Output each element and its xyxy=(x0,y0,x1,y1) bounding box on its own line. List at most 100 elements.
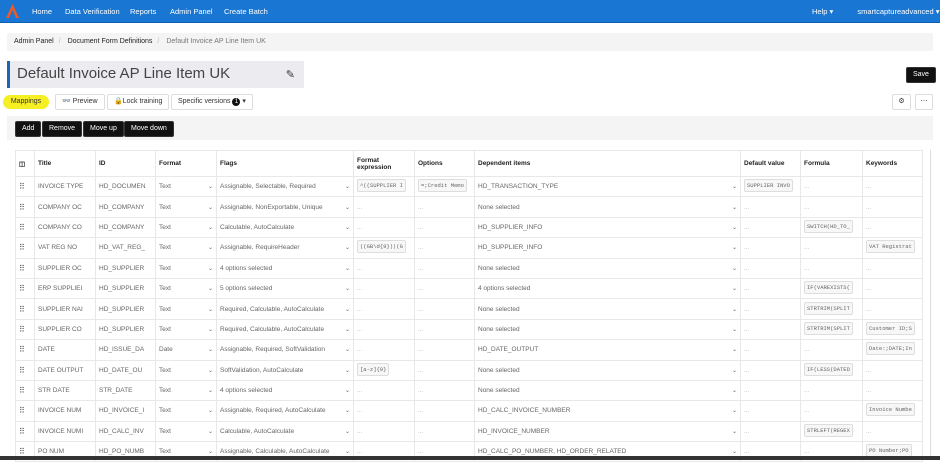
dependent-items-select[interactable]: None selected ⌄ xyxy=(478,387,737,394)
id-field[interactable]: HD_SUPPLIER xyxy=(99,326,144,333)
columns-toggle[interactable]: ◫ xyxy=(15,150,35,177)
format-expression-empty[interactable]: ... xyxy=(357,428,362,435)
title-field[interactable]: PO NUM xyxy=(38,448,64,455)
default-value-empty[interactable]: ... xyxy=(744,265,749,272)
keywords[interactable]: Date:;DATE;In xyxy=(866,342,915,356)
keywords-empty[interactable]: ... xyxy=(866,204,871,211)
options-empty[interactable]: ... xyxy=(418,387,423,394)
title-field[interactable]: COMPANY OC xyxy=(38,204,82,211)
format-expression-empty[interactable]: ... xyxy=(357,346,362,353)
dependent-items-select[interactable]: HD_CALC_INVOICE_NUMBER ⌄ xyxy=(478,407,737,414)
specific-versions-dropdown[interactable]: Specific versions 1 ▾ xyxy=(171,94,253,110)
move-down-button[interactable]: Move down xyxy=(124,121,174,137)
formula-empty[interactable]: ... xyxy=(804,265,809,272)
format-select[interactable]: Text ⌄ xyxy=(159,326,213,333)
drag-handle-icon[interactable]: ⠿ xyxy=(19,182,25,191)
flags-select[interactable]: Assignable, Required, AutoCalculate ⌄ xyxy=(220,407,350,414)
format-expression-empty[interactable]: ... xyxy=(357,448,362,455)
format-select[interactable]: Text ⌄ xyxy=(159,448,213,455)
dependent-items-select[interactable]: HD_TRANSACTION_TYPE ⌄ xyxy=(478,183,737,190)
title-field[interactable]: INVOICE NUM xyxy=(38,407,81,414)
formula-empty[interactable]: ... xyxy=(804,407,809,414)
dependent-items-select[interactable]: HD_DATE_OUTPUT ⌄ xyxy=(478,346,737,353)
app-logo[interactable] xyxy=(6,4,19,18)
title-field[interactable]: COMPANY CO xyxy=(38,224,82,231)
title-field[interactable]: INVOICE TYPE xyxy=(38,183,83,190)
save-button[interactable]: Save xyxy=(906,67,936,83)
options[interactable]: =;Credit Memo xyxy=(418,179,467,193)
title-field[interactable]: DATE OUTPUT xyxy=(38,367,83,374)
keywords-empty[interactable]: ... xyxy=(866,387,871,394)
format-select[interactable]: Text ⌄ xyxy=(159,244,213,251)
id-field[interactable]: HD_ISSUE_DA xyxy=(99,346,144,353)
format-expression-empty[interactable]: ... xyxy=(357,265,362,272)
dependent-items-select[interactable]: None selected ⌄ xyxy=(478,204,737,211)
id-field[interactable]: HD_DOCUMEN xyxy=(99,183,146,190)
flags-select[interactable]: Assignable, Required, SoftValidation ⌄ xyxy=(220,346,350,353)
options-empty[interactable]: ... xyxy=(418,204,423,211)
default-value-empty[interactable]: ... xyxy=(744,387,749,394)
keywords-empty[interactable]: ... xyxy=(866,285,871,292)
options-empty[interactable]: ... xyxy=(418,244,423,251)
id-field[interactable]: HD_VAT_REG_ xyxy=(99,244,145,251)
default-value-empty[interactable]: ... xyxy=(744,285,749,292)
dependent-items-select[interactable]: None selected ⌄ xyxy=(478,326,737,333)
flags-select[interactable]: 5 options selected ⌄ xyxy=(220,285,350,292)
format-expression-empty[interactable]: ... xyxy=(357,387,362,394)
formula[interactable]: SWITCH(HD_TO_ xyxy=(804,219,853,233)
dependent-items-select[interactable]: HD_INVOICE_NUMBER ⌄ xyxy=(478,428,737,435)
nav-admin-panel[interactable]: Admin Panel xyxy=(170,7,213,16)
keywords[interactable]: Invoice Numbe xyxy=(866,403,915,417)
formula-empty[interactable]: ... xyxy=(804,183,809,190)
drag-handle-icon[interactable]: ⠿ xyxy=(19,447,25,456)
flags-select[interactable]: Assignable, Calculable, AutoCalculate ⌄ xyxy=(220,448,350,455)
default-value-empty[interactable]: ... xyxy=(744,367,749,374)
format-select[interactable]: Text ⌄ xyxy=(159,407,213,414)
id-field[interactable]: HD_COMPANY xyxy=(99,224,144,231)
scrollbar[interactable] xyxy=(930,150,931,456)
format-select[interactable]: Text ⌄ xyxy=(159,204,213,211)
drag-handle-icon[interactable]: ⠿ xyxy=(19,243,25,252)
drag-handle-icon[interactable]: ⠿ xyxy=(19,427,25,436)
lock-training-button[interactable]: 🔒Lock training xyxy=(107,94,170,110)
drag-handle-icon[interactable]: ⠿ xyxy=(19,386,25,395)
drag-handle-icon[interactable]: ⠿ xyxy=(19,223,25,232)
formula[interactable]: STRLEFT(REGEX xyxy=(804,423,853,437)
default-value-empty[interactable]: ... xyxy=(744,244,749,251)
formula-empty[interactable]: ... xyxy=(804,346,809,353)
flags-select[interactable]: 4 options selected ⌄ xyxy=(220,265,350,272)
title-field[interactable]: INVOICE NUMI xyxy=(38,428,83,435)
format-select[interactable]: Text ⌄ xyxy=(159,265,213,272)
more-button[interactable]: ⋯ xyxy=(915,94,933,110)
formula-empty[interactable]: ... xyxy=(804,448,809,455)
format-select[interactable]: Text ⌄ xyxy=(159,224,213,231)
keywords-empty[interactable]: ... xyxy=(866,367,871,374)
format-select[interactable]: Text ⌄ xyxy=(159,387,213,394)
flags-select[interactable]: Assignable, RequireHeader ⌄ xyxy=(220,244,350,251)
drag-handle-icon[interactable]: ⠿ xyxy=(19,284,25,293)
keywords-empty[interactable]: ... xyxy=(866,224,871,231)
formula-empty[interactable]: ... xyxy=(804,204,809,211)
flags-select[interactable]: 4 options selected ⌄ xyxy=(220,387,350,394)
default-value-empty[interactable]: ... xyxy=(744,306,749,313)
tab-mappings[interactable]: Mappings xyxy=(3,95,49,109)
default-value-empty[interactable]: ... xyxy=(744,407,749,414)
flags-select[interactable]: Required, Calculable, AutoCalculate ⌄ xyxy=(220,306,350,313)
nav-create-batch[interactable]: Create Batch xyxy=(224,7,268,16)
drag-handle-icon[interactable]: ⠿ xyxy=(19,203,25,212)
title-field[interactable]: VAT REG NO xyxy=(38,244,77,251)
id-field[interactable]: HD_COMPANY xyxy=(99,204,144,211)
options-empty[interactable]: ... xyxy=(418,367,423,374)
breadcrumb-admin-panel[interactable]: Admin Panel xyxy=(14,38,54,45)
keywords-empty[interactable]: ... xyxy=(866,265,871,272)
breadcrumb-document-form-definitions[interactable]: Document Form Definitions xyxy=(68,38,153,45)
formula-empty[interactable]: ... xyxy=(804,387,809,394)
keywords-empty[interactable]: ... xyxy=(866,428,871,435)
format-expression-empty[interactable]: ... xyxy=(357,407,362,414)
options-empty[interactable]: ... xyxy=(418,265,423,272)
default-value-empty[interactable]: ... xyxy=(744,224,749,231)
format-select[interactable]: Date ⌄ xyxy=(159,346,213,353)
format-expression[interactable]: [a-z]{0} xyxy=(357,362,390,376)
id-field[interactable]: HD_INVOICE_I xyxy=(99,407,144,414)
format-expression-empty[interactable]: ... xyxy=(357,326,362,333)
